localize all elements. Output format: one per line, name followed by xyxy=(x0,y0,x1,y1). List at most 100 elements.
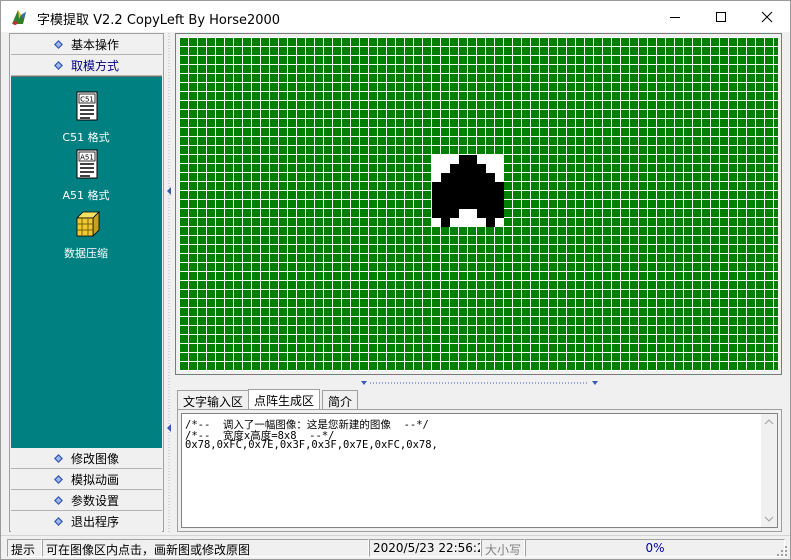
output-textarea[interactable]: /*-- 调入了一幅图像：这是您新建的图像 --*/ /*-- 宽度x高度=8x… xyxy=(181,413,778,528)
pixel-grid[interactable] xyxy=(179,37,778,371)
bitmap-pixel[interactable] xyxy=(441,191,450,200)
bitmap-pixel[interactable] xyxy=(477,164,486,173)
bitmap-pixel[interactable] xyxy=(450,164,459,173)
bitmap-pixel[interactable] xyxy=(450,200,459,209)
bitmap-pixel[interactable] xyxy=(459,200,468,209)
bitmap-pixel[interactable] xyxy=(468,155,477,164)
left-panel: 基本操作 取模方式 C51 C51 格式 A51 A51 格式 数据压缩 修改图… xyxy=(9,33,164,532)
bitmap-pixel[interactable] xyxy=(441,155,450,164)
bitmap-pixel[interactable] xyxy=(477,191,486,200)
bitmap-pixel[interactable] xyxy=(459,218,468,227)
horizontal-splitter[interactable] xyxy=(358,378,601,388)
bitmap-pixel[interactable] xyxy=(495,182,504,191)
tool-data-compress[interactable]: 数据压缩 xyxy=(51,207,121,261)
bitmap-pixel[interactable] xyxy=(459,164,468,173)
resize-grip-icon[interactable] xyxy=(776,545,788,557)
status-bar: 提示 可在图像区内点击，画新图或修改原图 2020/5/23 22:56:24 … xyxy=(1,535,790,559)
scroll-up-icon[interactable] xyxy=(761,414,777,430)
bitmap-pixel[interactable] xyxy=(432,200,441,209)
tool-label: 数据压缩 xyxy=(64,247,108,260)
bitmap-pixel[interactable] xyxy=(441,173,450,182)
bitmap-pixel[interactable] xyxy=(459,155,468,164)
tool-c51-format[interactable]: C51 C51 格式 xyxy=(51,91,121,145)
nav-extract-mode[interactable]: 取模方式 xyxy=(11,55,162,76)
collapse-left-icon xyxy=(167,187,171,195)
bitmap-pixel[interactable] xyxy=(486,164,495,173)
bitmap-pixel[interactable] xyxy=(450,209,459,218)
bitmap-pixel[interactable] xyxy=(441,182,450,191)
bitmap-pixel[interactable] xyxy=(432,218,441,227)
bitmap-pixel[interactable] xyxy=(459,173,468,182)
nav-simulate-animation[interactable]: 模拟动画 xyxy=(11,469,162,490)
title-bar[interactable]: 字模提取 V2.2 CopyLeft By Horse2000 xyxy=(1,1,790,32)
bitmap-pixel[interactable] xyxy=(468,191,477,200)
bitmap-pixel[interactable] xyxy=(450,155,459,164)
bitmap-pixel[interactable] xyxy=(477,218,486,227)
nav-parameter-settings[interactable]: 参数设置 xyxy=(11,490,162,511)
minimize-icon xyxy=(670,16,680,18)
bitmap-pixel[interactable] xyxy=(495,155,504,164)
status-datetime: 2020/5/23 22:56:24 xyxy=(369,539,481,557)
vertical-splitter[interactable] xyxy=(165,33,173,533)
bitmap-pixel[interactable] xyxy=(441,200,450,209)
bitmap-pixel[interactable] xyxy=(450,191,459,200)
collapse-down-icon xyxy=(592,381,598,385)
scroll-down-icon[interactable] xyxy=(761,511,777,527)
maximize-button[interactable] xyxy=(698,1,744,32)
bitmap-pixel[interactable] xyxy=(486,200,495,209)
bitmap-pixel[interactable] xyxy=(432,209,441,218)
bitmap-pixel[interactable] xyxy=(468,200,477,209)
bitmap-pixel[interactable] xyxy=(450,173,459,182)
bitmap-pixel[interactable] xyxy=(432,173,441,182)
bitmap-pixel[interactable] xyxy=(495,200,504,209)
status-caps-lock: 大小写 xyxy=(481,539,525,557)
bitmap-pixel[interactable] xyxy=(468,209,477,218)
nav-exit-program[interactable]: 退出程序 xyxy=(11,511,162,532)
status-hint-text: 可在图像区内点击，画新图或修改原图 xyxy=(42,539,369,557)
bitmap-pixel[interactable] xyxy=(441,209,450,218)
bitmap-pixel[interactable] xyxy=(468,182,477,191)
bitmap-pixel[interactable] xyxy=(486,173,495,182)
bitmap-pixel[interactable] xyxy=(468,164,477,173)
tool-a51-format[interactable]: A51 A51 格式 xyxy=(51,149,121,203)
close-button[interactable] xyxy=(744,1,790,32)
bitmap-pixel[interactable] xyxy=(432,155,441,164)
bitmap-pixel[interactable] xyxy=(486,191,495,200)
bitmap-pixel[interactable] xyxy=(477,209,486,218)
bitmap-pixel[interactable] xyxy=(468,218,477,227)
tab-intro[interactable]: 简介 xyxy=(322,390,359,409)
bitmap-pixel[interactable] xyxy=(495,218,504,227)
bitmap-pixel[interactable] xyxy=(450,182,459,191)
tool-label: C51 格式 xyxy=(62,131,110,144)
bitmap-pixel[interactable] xyxy=(495,209,504,218)
bitmap-pixel[interactable] xyxy=(432,164,441,173)
tab-text-input[interactable]: 文字输入区 xyxy=(177,390,250,409)
bitmap-pixel[interactable] xyxy=(468,173,477,182)
bitmap-pixel[interactable] xyxy=(495,173,504,182)
vertical-scrollbar[interactable] xyxy=(761,414,777,527)
bitmap-pixel[interactable] xyxy=(477,200,486,209)
tool-pane: C51 C51 格式 A51 A51 格式 数据压缩 xyxy=(11,76,162,448)
bitmap-pixel[interactable] xyxy=(486,209,495,218)
bitmap-pixel[interactable] xyxy=(441,164,450,173)
a51-document-icon: A51 xyxy=(76,149,98,179)
bitmap-pixel[interactable] xyxy=(432,191,441,200)
bitmap-pixel[interactable] xyxy=(477,155,486,164)
bitmap-pixel[interactable] xyxy=(459,209,468,218)
bitmap-pixel[interactable] xyxy=(477,173,486,182)
bitmap-pixel[interactable] xyxy=(441,218,450,227)
tab-dot-matrix[interactable]: 点阵生成区 xyxy=(248,389,321,410)
nav-edit-image[interactable]: 修改图像 xyxy=(11,448,162,469)
bitmap-pixel[interactable] xyxy=(486,155,495,164)
bitmap-pixel[interactable] xyxy=(450,218,459,227)
bitmap-pixel[interactable] xyxy=(495,191,504,200)
bitmap-pixel[interactable] xyxy=(486,182,495,191)
bitmap-pixel[interactable] xyxy=(477,182,486,191)
bitmap-pixel[interactable] xyxy=(495,164,504,173)
nav-basic-ops[interactable]: 基本操作 xyxy=(11,34,162,55)
minimize-button[interactable] xyxy=(652,1,698,32)
bitmap-pixel[interactable] xyxy=(459,182,468,191)
bitmap-pixel[interactable] xyxy=(459,191,468,200)
bitmap-pixel[interactable] xyxy=(432,182,441,191)
bitmap-pixel[interactable] xyxy=(486,218,495,227)
